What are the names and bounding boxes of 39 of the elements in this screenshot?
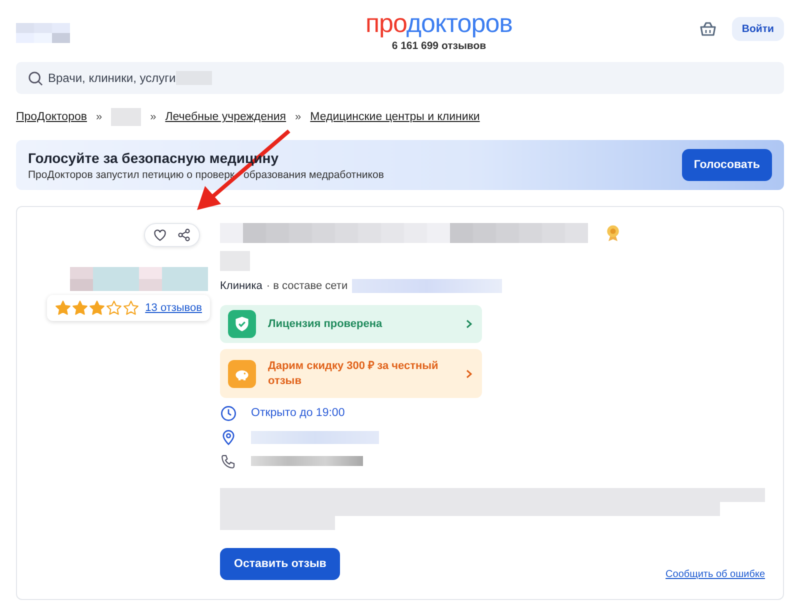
banner-text: ПроДокторов запустил петицию о проверк <box>28 168 235 180</box>
filled-star-icon <box>89 300 106 316</box>
opening-hours: Открыто до 19:00 <box>251 407 345 419</box>
share-icon[interactable] <box>177 228 191 242</box>
clock-icon <box>220 404 237 422</box>
heart-icon[interactable] <box>153 228 167 242</box>
info-badge[interactable]: Лицензия проверена <box>220 305 482 343</box>
piggy-bank-icon <box>228 360 256 388</box>
clinic-type: Клиника <box>220 280 262 292</box>
info-badge[interactable]: Дарим скидку 300 ₽ за честный отзыв <box>220 349 482 398</box>
leave-review-button[interactable]: Оставить отзыв <box>220 548 340 580</box>
login-button[interactable]: Войти <box>732 17 784 41</box>
breadcrumb-separator: » <box>96 111 102 123</box>
search-field[interactable]: Врачи, клиники, услуги <box>16 62 784 94</box>
breadcrumb-separator: » <box>150 111 156 123</box>
breadcrumb-separator: » <box>295 111 302 123</box>
breadcrumb-link[interactable]: Лечебные учреждения <box>165 111 286 123</box>
blurred-text <box>111 108 142 126</box>
review-count: 6 161 699 отзывов <box>392 40 486 52</box>
breadcrumb-link[interactable]: ПроДокторов <box>16 111 87 123</box>
phone-icon <box>220 452 237 470</box>
filled-star-icon <box>72 300 88 316</box>
location-pin-icon <box>220 428 237 446</box>
chevron-icon <box>464 368 474 378</box>
vote-button[interactable]: Голосовать <box>682 149 772 181</box>
award-icon <box>604 224 622 242</box>
logo[interactable]: продокторов <box>365 10 512 36</box>
empty-star-icon <box>123 300 140 316</box>
blurred-logo <box>16 23 70 43</box>
report-error-link[interactable]: Сообщить об ошибке <box>666 569 765 580</box>
reviews-link[interactable]: 13 отзывов <box>145 302 202 314</box>
banner-text: образования медработников <box>244 168 384 180</box>
search-icon <box>28 71 43 86</box>
shield-icon <box>228 310 256 338</box>
basket-icon[interactable] <box>698 19 718 39</box>
filled-star-icon <box>55 300 72 316</box>
network-label: · в составе сети <box>266 280 348 292</box>
breadcrumb-link[interactable]: Медицинские центры и клиники <box>310 111 480 123</box>
chevron-icon <box>464 319 474 329</box>
